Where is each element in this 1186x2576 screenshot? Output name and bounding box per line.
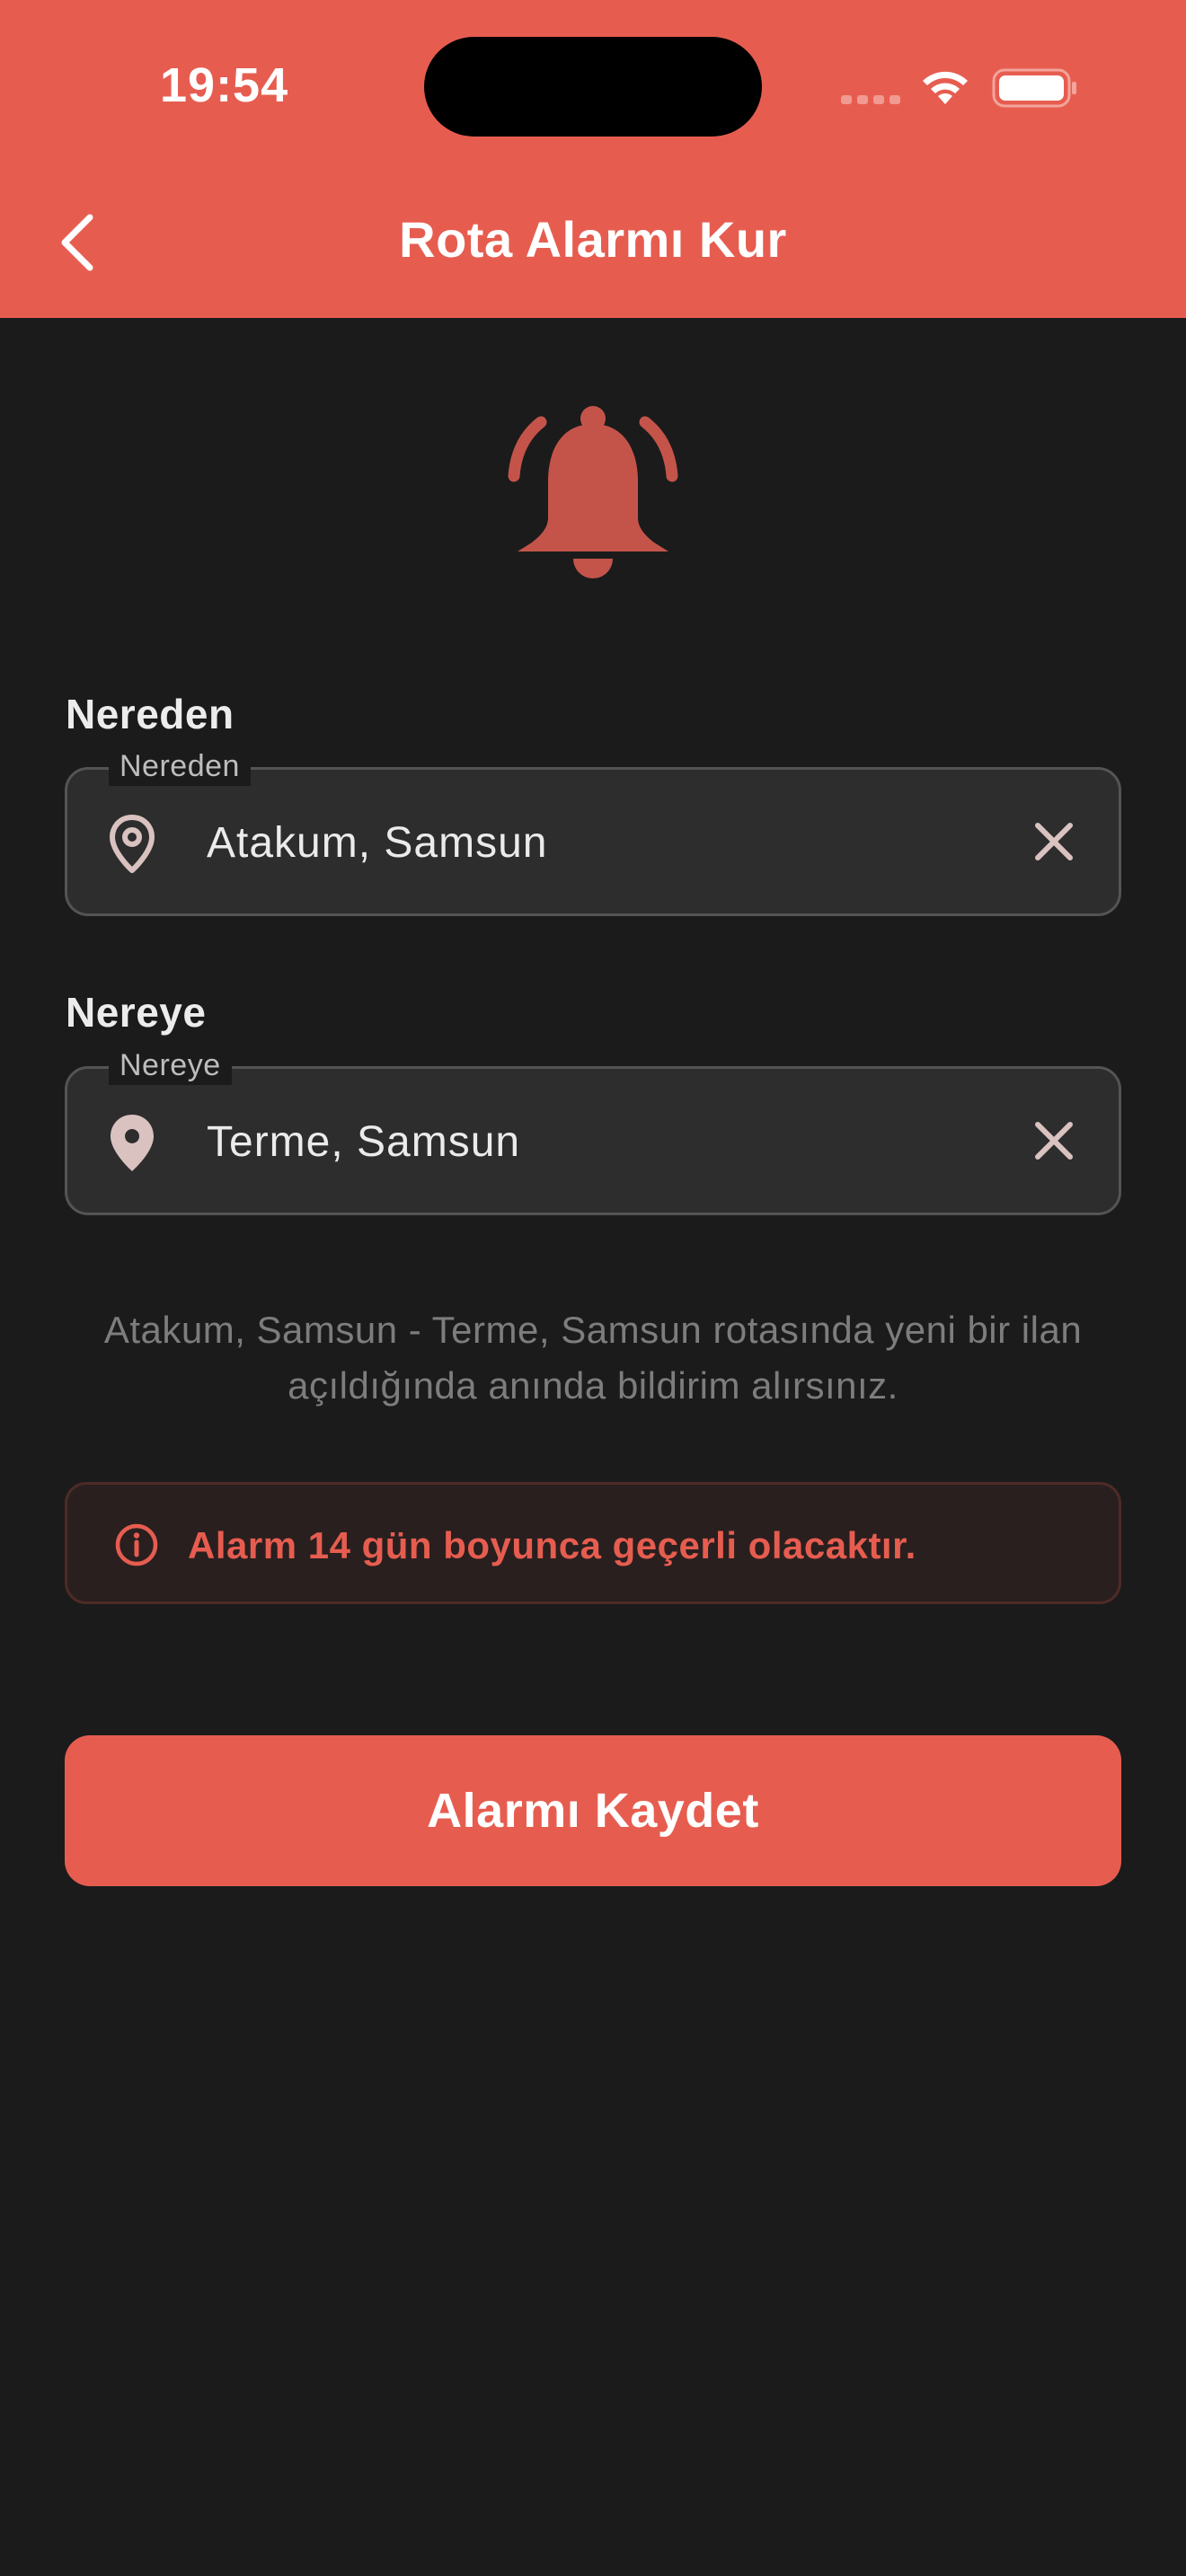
close-icon (1035, 823, 1073, 860)
app-header: 19:54 Rota Alarmı Kur (0, 0, 1186, 318)
location-pin-filled-icon (111, 1115, 154, 1171)
from-field-value: Atakum, Samsun (207, 819, 548, 867)
wifi-icon (923, 71, 968, 104)
to-field-value: Terme, Samsun (207, 1118, 521, 1166)
to-field-label: Nereye (109, 1045, 232, 1085)
to-section-label: Nereye (66, 989, 207, 1036)
validity-notice: Alarm 14 gün boyunca geçerli olacaktır. (65, 1482, 1121, 1604)
route-info-text: Atakum, Samsun - Terme, Samsun rotasında… (103, 1309, 1083, 1407)
notice-text: Alarm 14 gün boyunca geçerli olacaktır. (188, 1524, 916, 1566)
battery-icon (992, 68, 1076, 108)
from-location-field[interactable]: Nereden Atakum, Samsun (65, 746, 1121, 916)
clear-from-button[interactable] (1029, 816, 1079, 867)
location-pin-outline-icon (110, 815, 155, 873)
from-section-label: Nereden (66, 691, 235, 737)
route-alarm-screen: 19:54 Rota Alarmı Kur Nereden Nereden At… (0, 0, 1186, 2576)
ringing-bell-icon (508, 406, 678, 578)
signal-icon (841, 95, 900, 104)
status-time: 19:54 (160, 58, 289, 112)
dynamic-island (424, 37, 762, 137)
save-alarm-button[interactable]: Alarmı Kaydet (65, 1735, 1121, 1886)
to-location-field[interactable]: Nereye Terme, Samsun (65, 1045, 1121, 1215)
info-icon (115, 1523, 158, 1566)
page-title: Rota Alarmı Kur (399, 211, 787, 268)
close-icon (1035, 1122, 1073, 1160)
clear-to-button[interactable] (1029, 1116, 1079, 1166)
from-field-label: Nereden (109, 746, 251, 786)
